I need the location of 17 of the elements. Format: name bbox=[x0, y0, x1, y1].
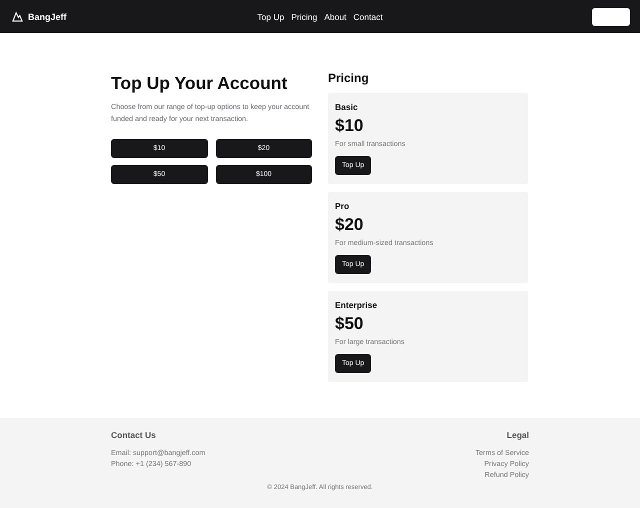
plan-price: $50 bbox=[335, 314, 364, 334]
nav-link[interactable]: Top Up bbox=[257, 12, 284, 22]
brand-name[interactable]: BangJeff bbox=[28, 12, 67, 22]
footer-heading: Legal bbox=[506, 430, 529, 440]
nav-link[interactable]: Contact bbox=[353, 12, 383, 22]
page-title: Top Up Your Account bbox=[111, 73, 288, 94]
section-title: Pricing bbox=[328, 71, 370, 85]
plan-name: Basic bbox=[335, 102, 359, 112]
header-button[interactable] bbox=[592, 8, 630, 26]
nav-link[interactable]: About bbox=[324, 12, 346, 22]
mountain-icon bbox=[12, 11, 23, 22]
plan-price: $10 bbox=[335, 116, 364, 136]
nav-link[interactable]: Pricing bbox=[291, 12, 318, 22]
plan-name: Enterprise bbox=[335, 300, 378, 310]
plan-price: $20 bbox=[335, 215, 364, 235]
footer-heading: Contact Us bbox=[111, 430, 157, 440]
plan-name: Pro bbox=[335, 201, 350, 211]
